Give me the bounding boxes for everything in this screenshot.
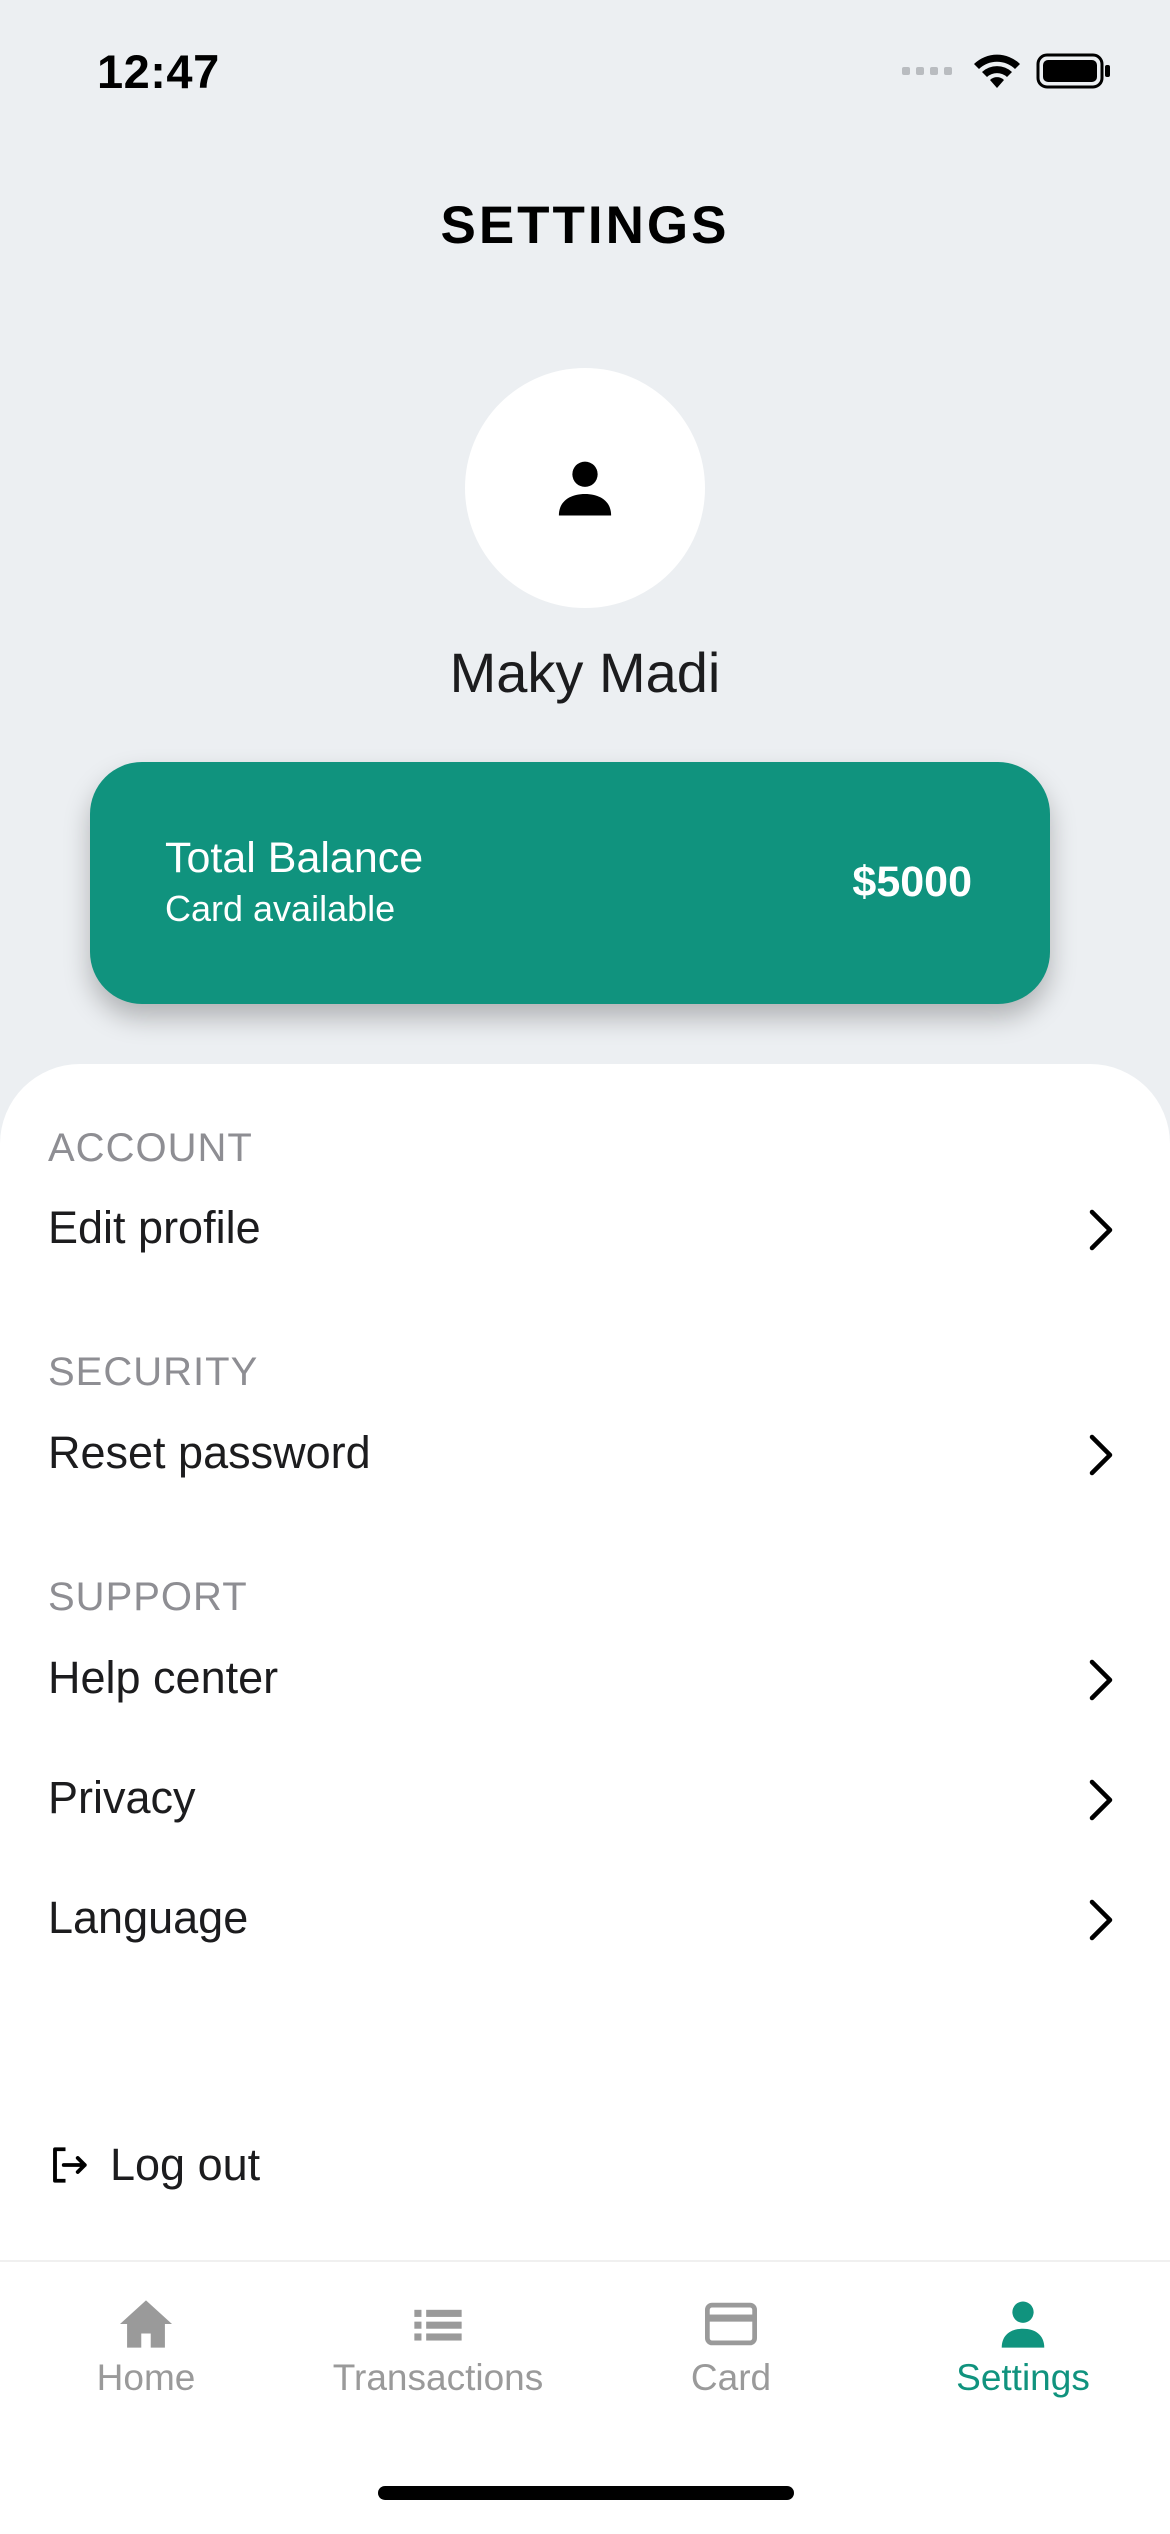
chevron-right-icon — [1089, 1779, 1113, 1821]
battery-icon — [1036, 53, 1110, 89]
row-label: Language — [48, 1892, 249, 1943]
row-label: Help center — [48, 1652, 279, 1703]
row-label: Edit profile — [48, 1202, 261, 1253]
section-label-account: ACCOUNT — [48, 1126, 253, 1170]
section-label-security: SECURITY — [48, 1350, 259, 1394]
tab-label: Settings — [956, 2357, 1090, 2398]
avatar[interactable] — [465, 368, 705, 608]
logout-button[interactable]: Log out — [48, 2130, 260, 2200]
settings-row-language[interactable]: Language — [0, 1880, 1170, 1960]
person-icon — [558, 461, 612, 516]
status-icons — [902, 52, 1112, 90]
chevron-right-icon — [1089, 1434, 1113, 1476]
tab-card[interactable]: Card — [585, 2298, 877, 2399]
status-bar: 12:47 — [0, 0, 1170, 140]
balance-card[interactable]: Total Balance Card available $5000 — [90, 762, 1050, 1004]
section-label-support: SUPPORT — [48, 1575, 248, 1619]
balance-title: Total Balance — [165, 834, 424, 882]
page-title: SETTINGS — [440, 196, 730, 255]
row-label: Reset password — [48, 1427, 371, 1478]
home-indicator — [378, 2486, 794, 2500]
tab-settings[interactable]: Settings — [877, 2298, 1169, 2399]
settings-row-reset-password[interactable]: Reset password — [0, 1415, 1170, 1495]
settings-row-privacy[interactable]: Privacy — [0, 1760, 1170, 1840]
logout-label: Log out — [110, 2139, 261, 2190]
balance-subtitle: Card available — [165, 888, 396, 929]
tab-label: Card — [690, 2357, 772, 2398]
chevron-right-icon — [1089, 1899, 1113, 1941]
settings-row-edit-profile[interactable]: Edit profile — [0, 1190, 1170, 1270]
balance-amount: $5000 — [852, 858, 972, 906]
user-name: Maky Madi — [449, 641, 721, 704]
tab-label: Home — [96, 2357, 196, 2398]
person-icon — [1001, 2301, 1045, 2348]
tab-transactions[interactable]: Transactions — [292, 2298, 584, 2399]
tab-label: Transactions — [332, 2357, 544, 2398]
settings-row-help-center[interactable]: Help center — [0, 1640, 1170, 1720]
credit-card-icon — [705, 2302, 757, 2346]
logout-icon — [53, 2147, 87, 2183]
wifi-icon — [974, 54, 1020, 88]
row-label: Privacy — [48, 1772, 196, 1823]
chevron-right-icon — [1089, 1209, 1113, 1251]
list-icon — [414, 2309, 462, 2341]
tab-home[interactable]: Home — [0, 2298, 292, 2399]
status-time: 12:47 — [97, 45, 220, 98]
home-icon — [120, 2300, 172, 2348]
cellular-signal-icon — [902, 67, 952, 75]
chevron-right-icon — [1089, 1659, 1113, 1701]
